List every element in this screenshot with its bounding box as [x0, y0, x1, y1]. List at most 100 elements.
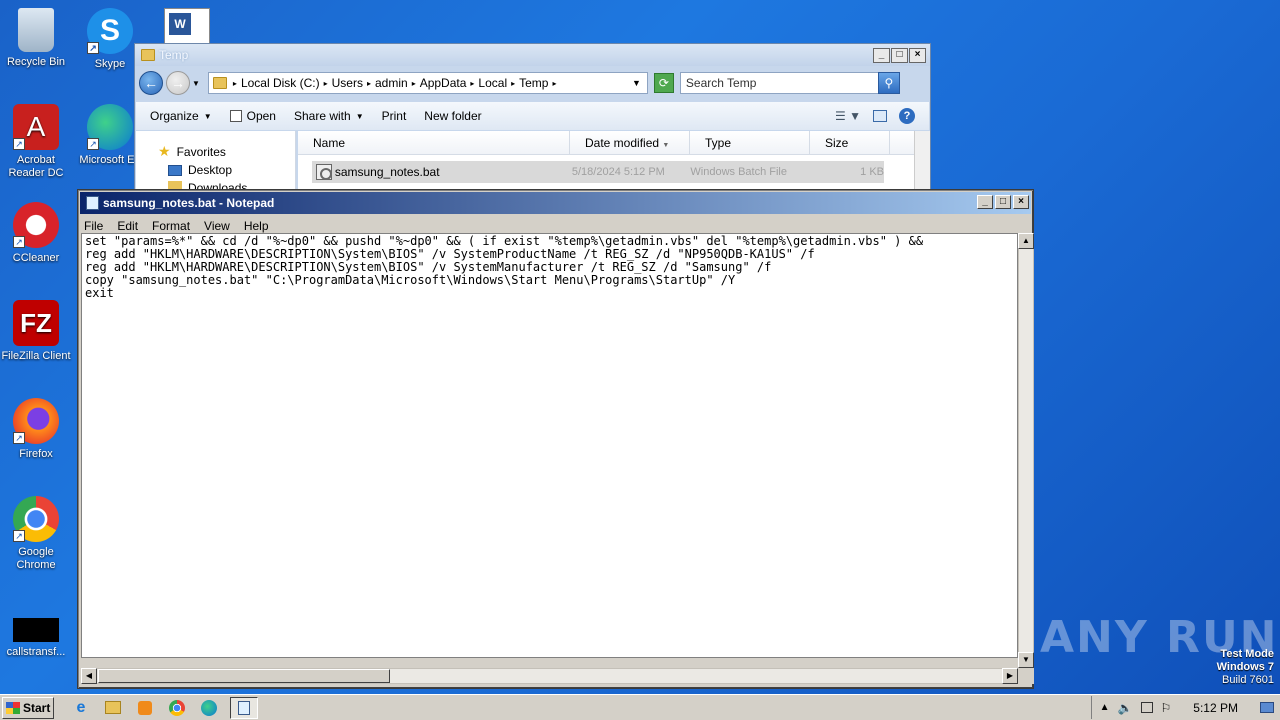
- breadcrumb-item[interactable]: Users: [332, 76, 363, 90]
- menu-help[interactable]: Help: [244, 219, 269, 233]
- sort-icon: ▼: [662, 142, 670, 149]
- forward-button[interactable]: →: [166, 71, 190, 95]
- scroll-down-icon[interactable]: ▼: [1018, 652, 1034, 668]
- chevron-down-icon: ▼: [203, 111, 212, 121]
- file-type: Windows Batch File: [690, 166, 787, 178]
- navigation-pane: ★ Favorites Desktop Downloads: [136, 131, 296, 192]
- nav-favorites[interactable]: ★ Favorites: [158, 143, 226, 160]
- notepad-title: samsung_notes.bat - Notepad: [103, 196, 275, 210]
- file-name: samsung_notes.bat: [334, 165, 440, 179]
- scroll-right-icon[interactable]: ▶: [1002, 668, 1018, 684]
- maximize-button[interactable]: □: [995, 195, 1011, 209]
- show-desktop-icon[interactable]: [1260, 702, 1274, 713]
- address-dropdown-icon[interactable]: ▼: [632, 78, 641, 88]
- desktop-icon-acrobat[interactable]: A ↗ Acrobat Reader DC: [0, 104, 72, 180]
- back-button[interactable]: ←: [139, 71, 163, 95]
- new-folder-button[interactable]: New folder: [424, 109, 481, 123]
- menu-format[interactable]: Format: [152, 219, 190, 233]
- column-name[interactable]: Name: [298, 131, 570, 154]
- print-button[interactable]: Print: [382, 109, 407, 123]
- notepad-titlebar[interactable]: samsung_notes.bat - Notepad: [80, 192, 1031, 214]
- table-row[interactable]: samsung_notes.bat 5/18/2024 5:12 PM Wind…: [312, 161, 884, 183]
- star-icon: ★: [158, 143, 171, 159]
- nav-desktop[interactable]: Desktop: [168, 163, 232, 177]
- notepad-icon: [86, 196, 99, 210]
- column-size[interactable]: Size: [810, 131, 890, 154]
- taskbar: Start e ▲ 🔈 ⚐ 5:12 PM: [0, 694, 1280, 720]
- share-with-button[interactable]: Share with ▼: [294, 109, 364, 123]
- breadcrumb-item[interactable]: Local Disk (C:): [241, 76, 320, 90]
- volume-icon[interactable]: 🔈: [1118, 701, 1133, 715]
- desktop-icon-filezilla[interactable]: FZ FileZilla Client: [0, 300, 72, 363]
- organize-button[interactable]: Organize ▼: [150, 109, 212, 123]
- help-icon[interactable]: ?: [899, 108, 915, 124]
- preview-pane-icon[interactable]: [873, 110, 887, 122]
- chrome-taskbar-icon[interactable]: [166, 697, 188, 719]
- notepad-icon: [229, 110, 242, 122]
- search-icon[interactable]: ⚲: [877, 72, 900, 94]
- breadcrumb-item[interactable]: admin: [375, 76, 408, 90]
- explorer-title: Temp: [159, 48, 189, 62]
- flag-icon[interactable]: ⚐: [1161, 701, 1172, 715]
- desktop-icon-recycle-bin[interactable]: Recycle Bin: [0, 8, 72, 69]
- network-icon[interactable]: [1140, 702, 1153, 713]
- breadcrumb-item[interactable]: AppData: [420, 76, 467, 90]
- edge-icon: ↗: [87, 104, 133, 150]
- vertical-scrollbar[interactable]: ▲ ▼: [1018, 233, 1034, 668]
- skype-icon: S ↗: [87, 8, 133, 54]
- column-date-modified[interactable]: Date modified ▼: [570, 131, 690, 154]
- explorer-window[interactable]: Temp _ □ × ← → ▼ ▸ Local Disk (C:) ▸ User…: [134, 43, 931, 193]
- column-type[interactable]: Type: [690, 131, 810, 154]
- chrome-icon: ↗: [13, 496, 59, 542]
- ccleaner-icon: ↗: [13, 202, 59, 248]
- text-editor[interactable]: set "params=%*" && cd /d "%~dp0" && push…: [81, 233, 1018, 658]
- column-headers: Name Date modified ▼ Type Size: [298, 131, 914, 155]
- search-input[interactable]: Search Temp ⚲: [679, 72, 900, 94]
- address-bar[interactable]: ▸ Local Disk (C:) ▸ Users ▸ admin ▸ AppData…: [207, 72, 648, 94]
- desktop-icon-firefox[interactable]: ↗ Firefox: [0, 398, 72, 461]
- file-date: 5/18/2024 5:12 PM: [571, 166, 665, 178]
- resize-grip[interactable]: [1018, 668, 1034, 684]
- black-file-icon: [13, 618, 59, 642]
- desktop-icon-chrome[interactable]: ↗ Google Chrome: [0, 496, 72, 572]
- explorer-scrollbar[interactable]: [914, 131, 930, 192]
- system-tray: ▲ 🔈 ⚐ 5:12 PM: [1090, 696, 1280, 719]
- scroll-up-icon[interactable]: ▲: [1018, 233, 1034, 249]
- explorer-titlebar[interactable]: Temp: [135, 44, 930, 66]
- maximize-button[interactable]: □: [891, 48, 908, 63]
- scroll-left-icon[interactable]: ◀: [81, 668, 97, 684]
- recycle-bin-icon: [18, 8, 54, 52]
- tray-expand-icon[interactable]: ▲: [1100, 702, 1110, 713]
- recent-pages-chevron-icon[interactable]: ▼: [192, 79, 200, 88]
- media-player-icon[interactable]: [134, 697, 156, 719]
- notepad-window[interactable]: samsung_notes.bat - Notepad _ □ × File E…: [77, 189, 1034, 689]
- desktop-icon-ccleaner[interactable]: ↗ CCleaner: [0, 202, 72, 265]
- start-button[interactable]: Start: [2, 696, 54, 719]
- edge-taskbar-icon[interactable]: [198, 697, 220, 719]
- explorer-folder-icon[interactable]: [102, 697, 124, 719]
- view-options-icon[interactable]: ☰ ▼: [835, 109, 861, 123]
- breadcrumb-item[interactable]: Local: [478, 76, 507, 90]
- close-button[interactable]: ×: [909, 48, 926, 63]
- breadcrumb-item[interactable]: Temp: [519, 76, 548, 90]
- menu-view[interactable]: View: [204, 219, 230, 233]
- horizontal-scrollbar[interactable]: ◀ ▶: [81, 668, 1018, 684]
- desktop-icon-callstransf[interactable]: callstransf...: [0, 616, 72, 659]
- code-line: copy "samsung_notes.bat" "C:\ProgramData…: [85, 273, 736, 287]
- batch-file-icon: [316, 164, 332, 180]
- minimize-button[interactable]: _: [873, 48, 890, 63]
- word-document-icon[interactable]: W: [164, 8, 210, 44]
- minimize-button[interactable]: _: [977, 195, 993, 209]
- close-button[interactable]: ×: [1013, 195, 1029, 209]
- folder-icon: [141, 49, 155, 61]
- refresh-button[interactable]: ⟳: [653, 73, 674, 93]
- desktop-icon: [168, 164, 182, 176]
- clock[interactable]: 5:12 PM: [1193, 701, 1238, 715]
- ie-icon[interactable]: e: [70, 697, 92, 719]
- acrobat-icon: A ↗: [13, 104, 59, 150]
- notepad-taskbar-icon[interactable]: [230, 696, 258, 719]
- menu-file[interactable]: File: [84, 219, 103, 233]
- menu-edit[interactable]: Edit: [117, 219, 138, 233]
- open-button[interactable]: Open: [229, 109, 276, 123]
- scroll-thumb[interactable]: [98, 669, 390, 683]
